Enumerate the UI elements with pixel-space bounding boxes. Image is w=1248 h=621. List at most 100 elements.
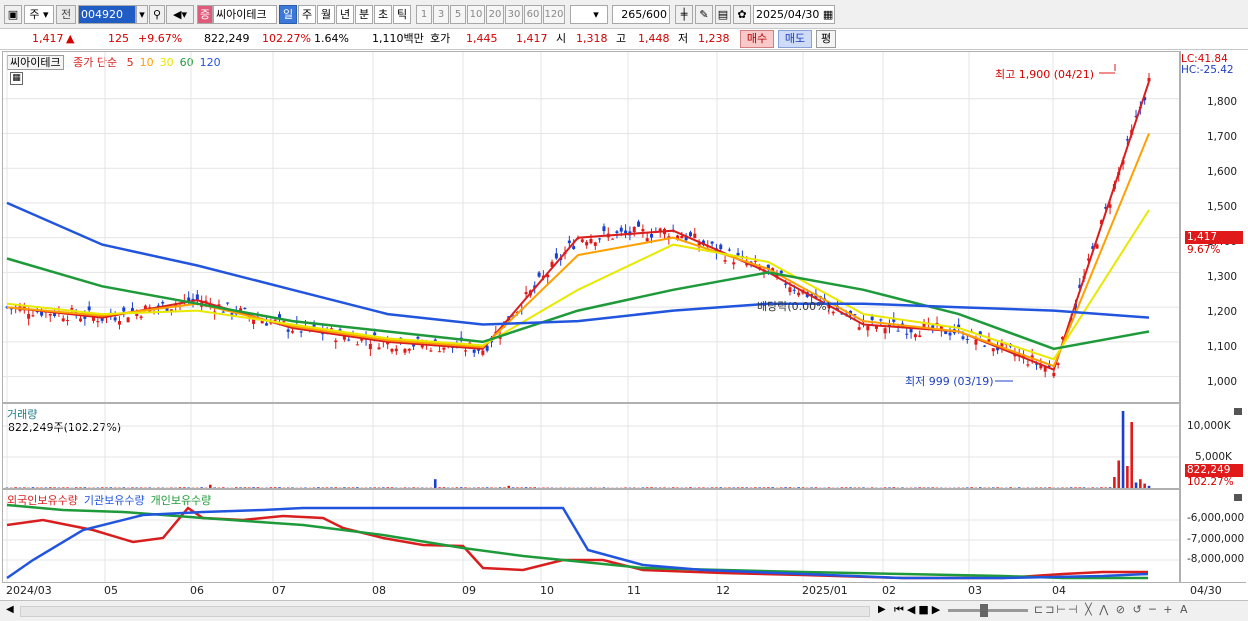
window-menu-icon[interactable]: ▣ bbox=[4, 5, 22, 24]
volume-bar bbox=[221, 487, 225, 488]
volume-bar bbox=[991, 487, 995, 488]
scroll-right-icon[interactable]: ▶ bbox=[878, 604, 886, 615]
sell-button[interactable]: 매도 bbox=[778, 30, 812, 48]
candle-body bbox=[368, 343, 372, 350]
candle-body bbox=[355, 344, 359, 346]
x-axis-label-8: 12 bbox=[716, 584, 730, 597]
volume-bar bbox=[178, 487, 182, 488]
interval-5[interactable]: 5 bbox=[450, 5, 466, 24]
period-tab-2[interactable]: 월 bbox=[317, 5, 335, 24]
volume-bar bbox=[1009, 487, 1012, 488]
interval-dropdown[interactable]: ▾ bbox=[570, 5, 608, 24]
interval-3[interactable]: 3 bbox=[433, 5, 449, 24]
foreign-holding-line bbox=[6, 506, 1148, 580]
volume-bar bbox=[511, 487, 515, 488]
x-axis-label-3: 07 bbox=[272, 584, 286, 597]
playback-controls-icon[interactable]: ⏮◀■▶ bbox=[894, 603, 943, 617]
volume-bar bbox=[66, 487, 69, 488]
volume-bar bbox=[200, 487, 203, 488]
volume-tick-5000k: 5,000K bbox=[1195, 451, 1232, 463]
date-value: 2025/04/30 bbox=[756, 8, 820, 21]
volume-bar bbox=[1082, 487, 1086, 488]
volume-bar bbox=[810, 487, 813, 488]
calendar-icon[interactable]: ▦ bbox=[823, 8, 833, 21]
period-tab-4[interactable]: 분 bbox=[355, 5, 373, 24]
eval-button[interactable]: 평 bbox=[816, 30, 836, 48]
candle-body bbox=[753, 260, 757, 262]
candle-body bbox=[416, 336, 420, 339]
period-tab-3[interactable]: 년 bbox=[336, 5, 354, 24]
price-tick-8: 1,000 bbox=[1207, 376, 1238, 388]
period-tab-5[interactable]: 초 bbox=[374, 5, 392, 24]
panel-close-icon[interactable] bbox=[1234, 494, 1242, 501]
zoom-slider[interactable] bbox=[948, 609, 1028, 612]
x-axis-label-4: 08 bbox=[372, 584, 386, 597]
volume-bar bbox=[931, 487, 935, 488]
interval-120[interactable]: 120 bbox=[543, 5, 565, 24]
volume-bar bbox=[870, 487, 874, 488]
volume-bar bbox=[767, 487, 770, 488]
volume-bar bbox=[74, 487, 78, 488]
volume-bar bbox=[1039, 487, 1043, 488]
price-chart-panel[interactable]: 씨아이테크 종가 단순 5 10 30 60 120 ▦ 최고 1,900 (04/21… bbox=[2, 51, 1180, 403]
count-field[interactable]: 265/600 bbox=[612, 5, 670, 24]
period-select[interactable]: 주 ▾ bbox=[24, 5, 54, 24]
candle-body bbox=[719, 244, 723, 250]
candle-body bbox=[944, 331, 948, 335]
volume-bar bbox=[1143, 483, 1146, 488]
candle-body bbox=[615, 231, 619, 233]
volume-bar bbox=[83, 487, 87, 488]
interval-60[interactable]: 60 bbox=[524, 5, 542, 24]
drawing-tools-icon[interactable]: ⊏⊐⊢⊣ ╳ ⋀ ⊘ ↺ ─ + A bbox=[1034, 603, 1190, 616]
high-price: 1,448 bbox=[638, 32, 670, 45]
volume-bar bbox=[234, 487, 238, 488]
volume-bar bbox=[844, 487, 848, 488]
volume-bar bbox=[710, 487, 714, 488]
speaker-icon[interactable]: ◀▾ bbox=[166, 5, 194, 24]
candle-body bbox=[429, 350, 433, 352]
interval-30[interactable]: 30 bbox=[505, 5, 523, 24]
interval-1[interactable]: 1 bbox=[416, 5, 432, 24]
interval-20[interactable]: 20 bbox=[486, 5, 504, 24]
zoom-slider-handle[interactable] bbox=[980, 604, 988, 617]
panel-close-icon[interactable] bbox=[1234, 408, 1242, 415]
period-tab-0[interactable]: 일 bbox=[279, 5, 297, 24]
volume-panel[interactable]: 거래량 822,249주(102.27%) bbox=[2, 403, 1180, 489]
interval-10[interactable]: 10 bbox=[467, 5, 485, 24]
volume-bar bbox=[715, 487, 718, 488]
volume-bar bbox=[1121, 411, 1125, 488]
draw-icon[interactable]: ✎ bbox=[695, 5, 713, 24]
volume-bar bbox=[524, 487, 528, 488]
trade-value: 1,110백만 bbox=[372, 32, 424, 45]
candle-body bbox=[624, 230, 628, 234]
candle-icon[interactable]: ╪ bbox=[675, 5, 693, 24]
volume-bar bbox=[386, 487, 389, 488]
buy-button[interactable]: 매수 bbox=[740, 30, 774, 48]
volume-bar bbox=[347, 487, 351, 488]
volume-bar bbox=[105, 487, 108, 488]
candle-body bbox=[230, 313, 234, 315]
volume-bar bbox=[901, 487, 904, 488]
period-tab-1[interactable]: 주 bbox=[298, 5, 316, 24]
volume-bar bbox=[1078, 487, 1082, 488]
volume-bar bbox=[762, 487, 766, 488]
volume-bar bbox=[883, 487, 887, 488]
price-tick-3: 1,500 bbox=[1207, 201, 1238, 213]
chevron-down-icon[interactable]: ▾ bbox=[136, 5, 148, 24]
scrollbar-track[interactable] bbox=[20, 606, 870, 617]
period-tab-6[interactable]: 틱 bbox=[393, 5, 411, 24]
up-arrow-icon: ▲ bbox=[66, 32, 75, 45]
stock-code-input[interactable]: 004920 bbox=[78, 5, 136, 24]
scroll-left-icon[interactable]: ◀ bbox=[6, 604, 14, 615]
prev-button[interactable]: 전 bbox=[56, 5, 76, 24]
date-field[interactable]: 2025/04/30 ▦ bbox=[753, 5, 835, 24]
x-axis-label-7: 11 bbox=[627, 584, 641, 597]
volume-bar bbox=[689, 487, 692, 488]
candle-body bbox=[1056, 363, 1060, 365]
gear-icon[interactable]: ✿ bbox=[733, 5, 751, 24]
save-icon[interactable]: ▤ bbox=[715, 5, 731, 24]
candle-body bbox=[688, 232, 692, 237]
holdings-panel[interactable]: 외국인보유수량 기관보유수량 개인보유수량 bbox=[2, 489, 1180, 583]
volume-bar bbox=[403, 487, 407, 488]
search-icon[interactable]: ⚲ bbox=[149, 5, 165, 24]
